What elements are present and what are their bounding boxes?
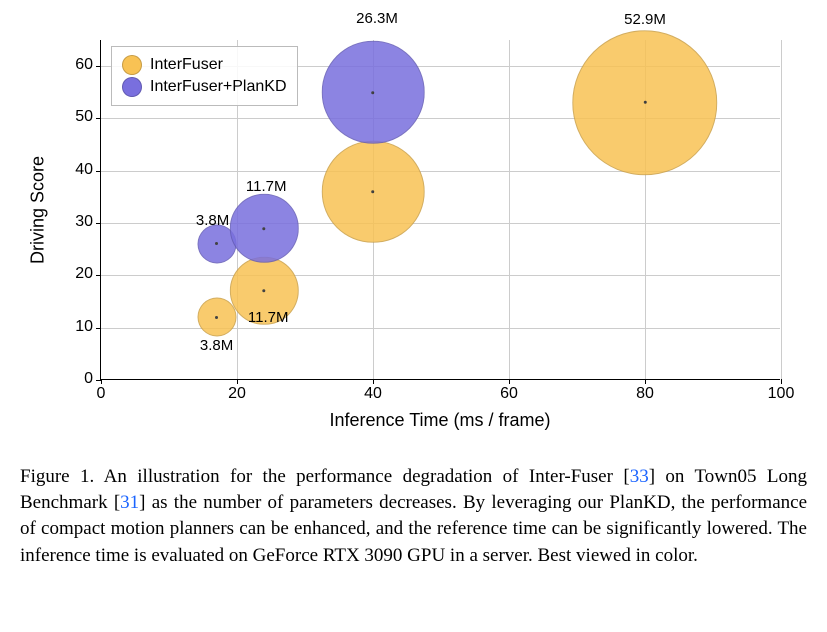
xtick-label: 60 (489, 379, 529, 403)
bubble-label: 26.3M (356, 10, 398, 27)
bubble-label: 11.7M (246, 178, 287, 195)
bubble-center-dot (215, 242, 218, 245)
legend-label: InterFuser (150, 56, 223, 74)
caption-text: An illustration for the performance degr… (94, 466, 629, 487)
xtick-label: 80 (625, 379, 665, 403)
bubble-center-dot (263, 290, 266, 293)
ytick-label: 50 (61, 108, 101, 126)
citation-link[interactable]: 31 (120, 492, 139, 513)
xtick-label: 100 (761, 379, 801, 403)
gridline-v (781, 40, 782, 379)
data-bubble (322, 41, 425, 144)
swatch-icon (122, 55, 142, 75)
legend-label: InterFuser+PlanKD (150, 78, 287, 96)
ytick-label: 0 (61, 370, 101, 388)
citation-link[interactable]: 33 (630, 466, 649, 487)
ytick-label: 40 (61, 161, 101, 179)
caption-prefix: Figure 1. (20, 466, 94, 487)
swatch-icon (122, 77, 142, 97)
ytick-label: 10 (61, 318, 101, 336)
chart-container: Driving Score InterFuser InterFuser+Plan… (20, 20, 807, 450)
ytick-label: 60 (61, 56, 101, 74)
data-bubble (230, 194, 298, 262)
bubble-label: 11.7M (248, 309, 289, 326)
ytick-label: 20 (61, 265, 101, 283)
ytick-label: 30 (61, 213, 101, 231)
caption-text: ] as the number of parameters decreases.… (20, 492, 807, 565)
xlabel: Inference Time (ms / frame) (100, 410, 780, 431)
legend: InterFuser InterFuser+PlanKD (111, 46, 298, 106)
plot-area: InterFuser InterFuser+PlanKD 02040608010… (100, 40, 780, 380)
figure-caption: Figure 1. An illustration for the perfor… (20, 464, 807, 569)
bubble-center-dot (372, 190, 375, 193)
legend-item-interfuser: InterFuser (122, 55, 287, 75)
bubble-center-dot (215, 316, 218, 319)
bubble-label: 3.8M (200, 337, 233, 354)
xtick-label: 20 (217, 379, 257, 403)
bubble-center-dot (263, 227, 266, 230)
data-bubble (197, 298, 236, 337)
data-bubble (322, 140, 425, 243)
gridline-h (101, 171, 780, 172)
bubble-label: 52.9M (624, 11, 666, 28)
xtick-label: 40 (353, 379, 393, 403)
legend-item-plankd: InterFuser+PlanKD (122, 77, 287, 97)
bubble-center-dot (372, 91, 375, 94)
data-bubble (572, 30, 717, 175)
bubble-label: 3.8M (196, 212, 229, 229)
bubble-center-dot (643, 101, 646, 104)
ylabel: Driving Score (28, 156, 49, 264)
gridline-h (101, 275, 780, 276)
